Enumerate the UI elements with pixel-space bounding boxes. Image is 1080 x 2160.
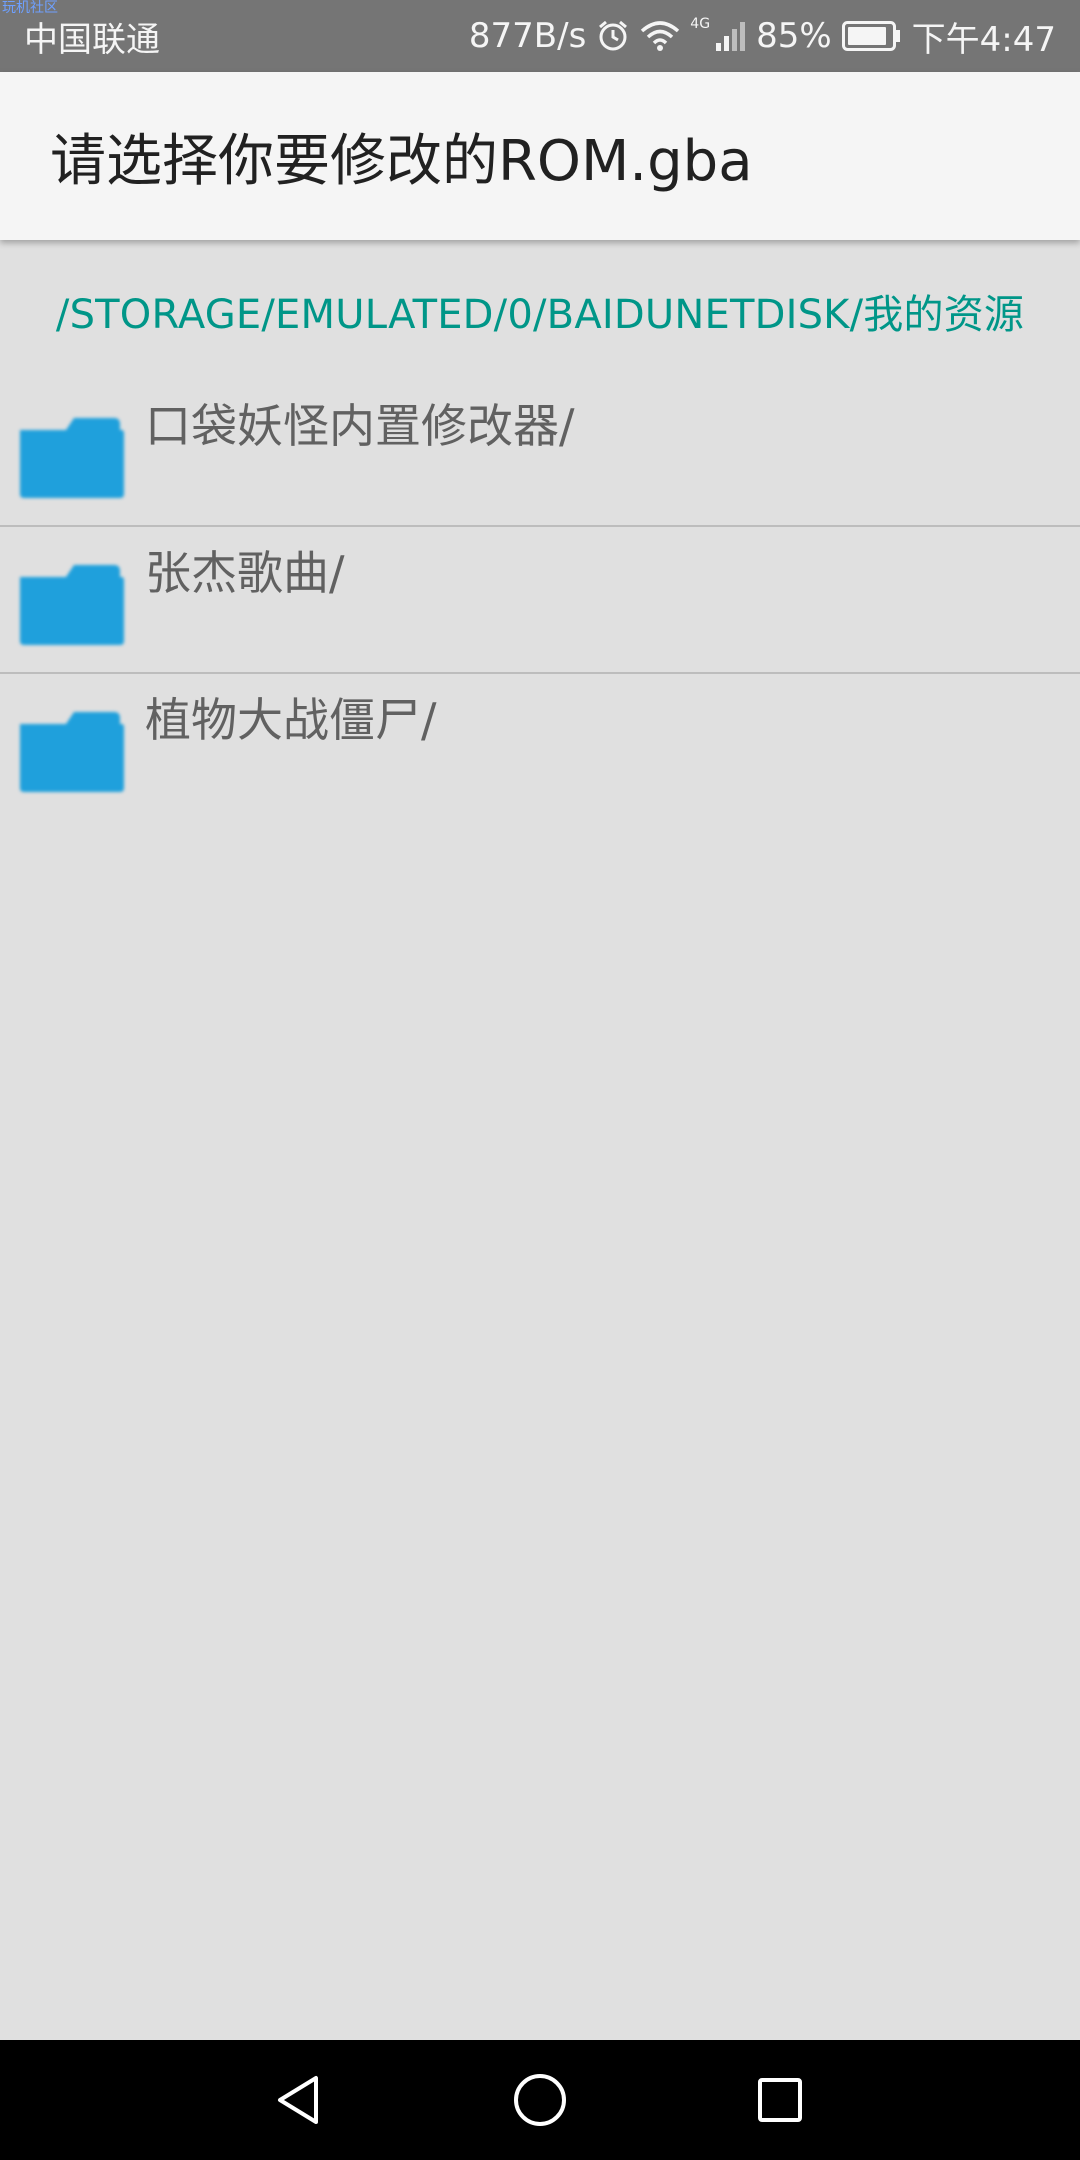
list-item[interactable]: 口袋妖怪内置修改器/ bbox=[0, 380, 1080, 527]
navigation-bar bbox=[0, 2040, 1080, 2160]
network-speed: 877B/s bbox=[468, 16, 587, 56]
wifi-icon bbox=[640, 19, 680, 53]
folder-name: 植物大战僵尸/ bbox=[145, 693, 437, 747]
folder-icon bbox=[20, 418, 124, 498]
screen: 玩机社区 中国联通 877B/s 4G 85% 下午4:47 请选择你要修改的R… bbox=[0, 0, 1080, 2160]
alarm-icon bbox=[596, 19, 630, 53]
battery-icon bbox=[841, 21, 902, 51]
folder-icon bbox=[20, 712, 124, 792]
current-path[interactable]: /STORAGE/EMULATED/0/BAIDUNETDISK/我的资源 bbox=[0, 282, 1080, 340]
app-bar: 请选择你要修改的ROM.gba bbox=[0, 72, 1080, 240]
recents-icon[interactable] bbox=[750, 2070, 810, 2130]
list-item[interactable]: 张杰歌曲/ bbox=[0, 527, 1080, 674]
back-icon[interactable] bbox=[270, 2070, 330, 2130]
battery-level: 85% bbox=[756, 16, 832, 56]
home-icon[interactable] bbox=[510, 2070, 570, 2130]
folder-icon bbox=[20, 565, 124, 645]
file-list: 口袋妖怪内置修改器/ 张杰歌曲/ 植物大战僵尸/ bbox=[0, 380, 1080, 821]
watermark: 玩机社区 bbox=[2, 0, 58, 16]
signal-icon bbox=[714, 19, 746, 53]
folder-name: 口袋妖怪内置修改器/ bbox=[145, 399, 575, 453]
status-indicators: 877B/s 4G 85% 下午4:47 bbox=[469, 12, 1056, 61]
carrier-name: 中国联通 bbox=[24, 19, 160, 60]
dialog-title: 请选择你要修改的ROM.gba bbox=[50, 128, 753, 194]
network-type: 4G bbox=[690, 16, 711, 32]
list-item[interactable]: 植物大战僵尸/ bbox=[0, 674, 1080, 821]
clock: 下午4:47 bbox=[911, 19, 1056, 60]
folder-name: 张杰歌曲/ bbox=[145, 546, 345, 600]
status-bar: 玩机社区 中国联通 877B/s 4G 85% 下午4:47 bbox=[0, 0, 1080, 72]
